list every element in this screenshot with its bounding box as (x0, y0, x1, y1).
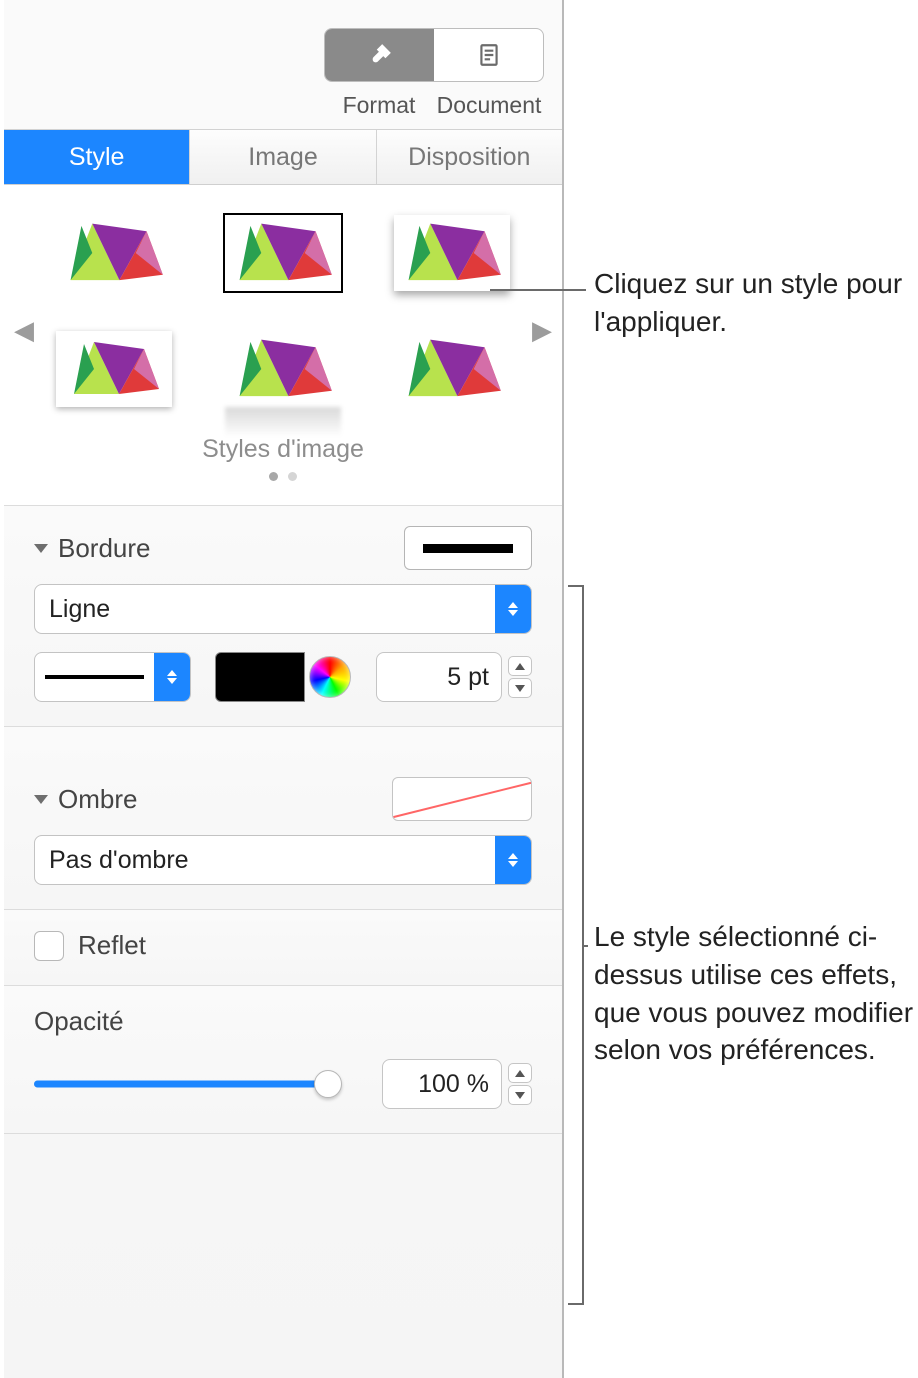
style-thumbnail-selected[interactable] (225, 215, 341, 291)
border-title: Bordure (58, 533, 151, 564)
segment-labels: Format Document (4, 90, 562, 129)
tab-style[interactable]: Style (4, 130, 190, 184)
reflection-checkbox[interactable] (34, 931, 64, 961)
shadow-title: Ombre (58, 784, 137, 815)
thumb-art-icon (394, 331, 510, 407)
shadow-preview-swatch[interactable] (392, 777, 532, 821)
thumb-art-icon (225, 331, 341, 407)
border-preview-swatch[interactable] (404, 526, 532, 570)
thumb-art-icon (56, 215, 172, 291)
shadow-type-value: Pas d'ombre (35, 846, 495, 875)
inspector-toolbar (4, 0, 562, 90)
border-width-input[interactable]: 5 pt (376, 652, 503, 702)
thumb-art-icon (394, 215, 510, 291)
opacity-slider[interactable] (34, 1064, 328, 1104)
shadow-section: Ombre Pas d'ombre (4, 726, 562, 909)
style-thumbnail[interactable] (394, 215, 510, 291)
opacity-title: Opacité (34, 1006, 124, 1037)
callout-leader-line (490, 289, 586, 291)
callout-bottom: Le style sélectionné ci-dessus utilise c… (594, 918, 914, 1069)
gallery-next-button[interactable]: ▶ (532, 315, 552, 346)
disclosure-triangle-icon[interactable] (34, 544, 48, 553)
format-label: Format (324, 92, 434, 119)
border-section: Bordure Ligne 5 pt (4, 505, 562, 726)
line-preview-icon (45, 675, 144, 679)
style-thumbnail[interactable] (394, 331, 510, 407)
page-dot[interactable] (288, 472, 297, 481)
border-width-stepper[interactable] (508, 656, 532, 698)
color-swatch-icon (215, 652, 306, 702)
slider-knob-icon[interactable] (314, 1070, 342, 1098)
stepper-up-button[interactable] (508, 1063, 532, 1083)
inspector-tabs: Style Image Disposition (4, 129, 562, 185)
inspector-panel: Format Document Style Image Disposition … (4, 0, 564, 1378)
shadow-type-select[interactable]: Pas d'ombre (34, 835, 532, 885)
color-wheel-icon[interactable] (309, 656, 351, 698)
thumb-art-icon (59, 334, 169, 404)
tab-image[interactable]: Image (190, 130, 376, 184)
style-gallery: ◀ ▶ Styles d'image (4, 185, 562, 505)
callout-bracket (570, 585, 584, 1305)
gallery-title: Styles d'image (44, 435, 522, 464)
stepper-arrows-icon (495, 585, 531, 633)
page-dot-active[interactable] (269, 472, 278, 481)
opacity-section: Opacité 100 % (4, 985, 562, 1134)
paintbrush-icon (367, 42, 393, 68)
callout-leader-line (584, 945, 588, 947)
style-thumbnail[interactable] (56, 331, 172, 407)
stepper-arrows-icon (495, 836, 531, 884)
format-segment[interactable] (325, 29, 434, 81)
border-type-select[interactable]: Ligne (34, 584, 532, 634)
border-type-value: Ligne (35, 595, 495, 624)
disclosure-triangle-icon[interactable] (34, 795, 48, 804)
gallery-page-dots (44, 464, 522, 495)
view-segmented-control (324, 28, 544, 82)
style-thumbnail[interactable] (56, 215, 172, 291)
stepper-down-button[interactable] (508, 1085, 532, 1105)
callout-top: Cliquez sur un style pour l'appliquer. (594, 265, 904, 341)
document-label: Document (434, 92, 544, 119)
opacity-stepper[interactable] (508, 1063, 532, 1105)
document-icon (476, 42, 502, 68)
border-line-icon (423, 544, 513, 553)
reflection-title: Reflet (78, 930, 146, 961)
thumb-art-icon (225, 215, 341, 291)
stepper-down-button[interactable] (508, 678, 532, 698)
line-style-select[interactable] (34, 652, 191, 702)
stepper-up-button[interactable] (508, 656, 532, 676)
tab-layout[interactable]: Disposition (377, 130, 562, 184)
opacity-value-input[interactable]: 100 % (382, 1059, 502, 1109)
reflection-section: Reflet (4, 909, 562, 985)
stepper-arrows-icon (154, 653, 190, 701)
gallery-prev-button[interactable]: ◀ (14, 315, 34, 346)
style-thumbnail[interactable] (225, 331, 341, 407)
border-color-well[interactable] (215, 652, 352, 702)
document-segment[interactable] (434, 29, 543, 81)
